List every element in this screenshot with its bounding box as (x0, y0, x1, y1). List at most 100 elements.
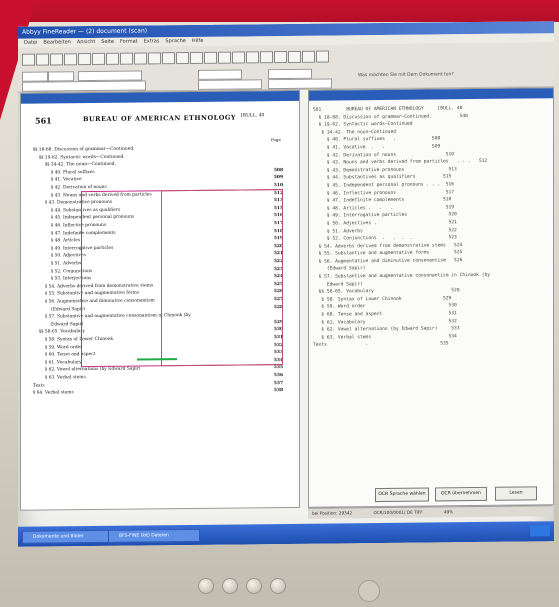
toc-line-text: §§ 18-68. Discussion of grammar—Continue… (33, 146, 135, 153)
green-underline-mark (137, 358, 177, 361)
monitor-button-2[interactable] (222, 578, 238, 594)
taskbar-item-1[interactable]: BFS-FINE (kit) Dateien (108, 528, 200, 543)
toc-line-text: Texts (33, 383, 45, 389)
menu-item-6[interactable]: Sprache (165, 38, 185, 44)
zoom-select[interactable] (22, 71, 48, 82)
toc-line: § 63. Verbal stems 536 (45, 373, 283, 380)
toolbar-button-7[interactable] (120, 52, 133, 65)
toc-line-page: 535 (273, 365, 283, 371)
toolbar-button-19[interactable] (288, 50, 301, 63)
status-zoom: 49% (443, 509, 454, 515)
column-selection[interactable] (161, 189, 283, 367)
toolbar-button-2[interactable] (50, 53, 63, 66)
toolbar-button-20[interactable] (302, 50, 315, 63)
toolbar-button-13[interactable] (204, 51, 217, 64)
ocr-apply-button[interactable]: OCR übernehmen (435, 486, 487, 502)
language-select[interactable] (78, 70, 142, 82)
toc-line-text: § 61. Vocabulary (45, 359, 82, 366)
toolbar-button-6[interactable] (106, 52, 119, 65)
monitor-button-4[interactable] (270, 578, 286, 594)
from-field[interactable] (198, 69, 242, 80)
toc-line-text: (Edward Sapir) (51, 306, 86, 313)
recognized-text[interactable]: 561 BUREAU OF AMERICAN ETHNOLOGY [BULL. … (313, 104, 549, 349)
menu-item-5[interactable]: Extras (144, 38, 160, 44)
magazine-red-band (0, 0, 559, 22)
toc-line-page: 537 (273, 380, 283, 386)
toolbar-button-3[interactable] (64, 53, 77, 66)
toc-line: Texts 537 (33, 381, 283, 389)
menu-item-3[interactable]: Seite (101, 39, 114, 45)
page-number: 561 (35, 115, 52, 126)
toc-line: § 64. Verbal stems 538 (33, 388, 283, 396)
close-button[interactable]: Lesen (495, 486, 537, 501)
menu-item-7[interactable]: Hilfe (192, 38, 203, 44)
recognized-text-pane[interactable]: 561 BUREAU OF AMERICAN ETHNOLOGY [BULL. … (308, 87, 554, 508)
menu-item-0[interactable]: Datei (24, 40, 37, 46)
monitor-button-1[interactable] (198, 578, 214, 594)
toc-line: §§ 18-68. Discussion of grammar—Continue… (33, 145, 283, 153)
toolbar-button-4[interactable] (78, 53, 91, 66)
font-select[interactable] (48, 71, 74, 82)
toc-line: §§ 19-62. Syntactic words—Continued. (39, 153, 283, 161)
toc-line-page: 538 (273, 388, 283, 394)
toolbar-button-5[interactable] (92, 52, 105, 66)
toolbar-button-10[interactable] (162, 52, 175, 65)
menu-item-1[interactable]: Bearbeiten (43, 39, 70, 45)
toc-line-text: §§ 19-62. Syntactic words—Continued. (39, 154, 125, 161)
toc-line: § 41. Vocative 509 (51, 175, 283, 182)
system-tray (530, 525, 550, 537)
menu-item-2[interactable]: Ansicht (77, 39, 95, 45)
page-header-title: BUREAU OF AMERICAN ETHNOLOGY (83, 113, 237, 124)
toc-line-text: § 59. Word order (45, 344, 83, 351)
toc-line-text: § 64. Verbal stems (33, 390, 74, 396)
toc-line-text: § 48. Articles (51, 238, 81, 244)
status-info: OCR/100/0001/ DE TIFF (373, 509, 423, 516)
document-image-pane[interactable]: 561 BUREAU OF AMERICAN ETHNOLOGY [BULL. … (20, 89, 300, 511)
toc-line-page: 510 (273, 183, 283, 189)
toolbar-button-0[interactable] (22, 53, 35, 66)
toc-line-text: §§ 58-65. Vocabulary (39, 329, 85, 335)
toc-line-text: § 51. Adverbs (51, 261, 82, 267)
monitor-button-3[interactable] (246, 578, 262, 594)
toc-line-page: 508 (273, 167, 283, 173)
toolbar-button-18[interactable] (274, 50, 287, 64)
page-label: Page (271, 137, 281, 143)
toolbar-button-16[interactable] (246, 51, 259, 64)
toc-line-text: § 41. Vocative (51, 177, 82, 183)
toolbar-button-17[interactable] (260, 51, 273, 64)
toolbar-button-15[interactable] (232, 51, 245, 64)
toc-line: § 40. Plural suffixes 508 (51, 168, 283, 175)
monitor-screen: Abbyy FineReader — (2) document (scan) D… (18, 21, 554, 547)
scanned-page: 561 BUREAU OF AMERICAN ETHNOLOGY [BULL. … (33, 111, 295, 396)
toc-line: §§ 34-42. The noun—Continued. (45, 160, 283, 168)
file-path-field[interactable] (22, 80, 146, 92)
toc-line-text: §§ 34-42. The noun—Continued. (45, 161, 116, 168)
toolbar-button-8[interactable] (134, 52, 147, 65)
toc-line-text: Edward Sapir) (51, 321, 84, 328)
ocr-text-line: Texts . 535 (313, 341, 449, 349)
taskbar-item-0[interactable]: Dokumente und Bilder (22, 529, 114, 544)
toc-line-page: 509 (273, 175, 283, 181)
toc-line-text: § 42. Derivation of nouns (51, 184, 107, 191)
toolbar-button-11[interactable] (176, 52, 189, 65)
status-position: bei Position: 29342 (312, 510, 353, 516)
toolbar-button-9[interactable] (148, 52, 161, 65)
toolbar (18, 42, 554, 93)
toc-line-text: § 62. Vowel alternations (by Edward Sapi… (45, 366, 141, 373)
ocr-language-button[interactable]: OCR Sprache wählen (375, 487, 429, 503)
page-info-field-2[interactable] (268, 78, 332, 90)
toolbar-button-1[interactable] (36, 53, 49, 66)
toolbar-button-21[interactable] (316, 50, 329, 63)
toc-line-page: 536 (273, 373, 283, 379)
text-pane-header (309, 88, 553, 101)
page-info-field[interactable] (198, 79, 262, 90)
toc-line-text: § 63. Verbal stems (45, 375, 86, 381)
toc-line-text: § 40. Plural suffixes (51, 169, 95, 176)
image-pane-header (21, 90, 299, 104)
section-tag: [BULL. 40 (241, 113, 265, 119)
to-field[interactable] (268, 68, 312, 80)
menu-item-4[interactable]: Format (120, 39, 138, 45)
toolbar-button-14[interactable] (218, 51, 231, 64)
power-button[interactable] (358, 580, 380, 602)
toolbar-button-12[interactable] (190, 51, 203, 65)
